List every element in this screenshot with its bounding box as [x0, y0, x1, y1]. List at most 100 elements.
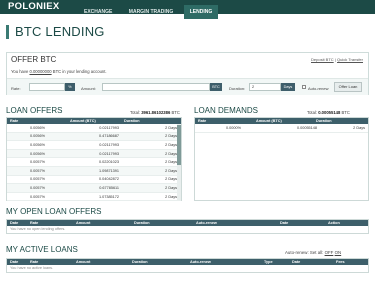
- amount-cell: 0.02201023: [98, 160, 119, 165]
- offer-links: Deposit BTC | Quick Transfer: [311, 57, 363, 62]
- col-amount: Amount (BTC): [70, 119, 96, 123]
- rate-cell: 0.0057%: [30, 194, 45, 199]
- col-autorenew: Auto-renew: [196, 221, 217, 225]
- loan-offers-total-label: Total:: [130, 110, 141, 115]
- table-row[interactable]: 0.0056% 0.02117993 2 Days: [7, 149, 181, 159]
- page-title: BTC LENDING: [6, 24, 105, 39]
- duration-label: Duration:: [229, 86, 246, 91]
- autorenew-label: Auto-renew: [308, 86, 329, 91]
- balance-text: You have 0.00000000 BTC in your lending …: [11, 69, 107, 74]
- duration-cell: 2 Days: [165, 151, 177, 156]
- col-rate: Rate: [30, 221, 39, 225]
- loan-offers-table: Rate Amount (BTC) Duration 0.0056% 0.0211…: [6, 117, 182, 202]
- col-date: Date: [10, 221, 19, 225]
- duration-cell: 2 Days: [165, 125, 177, 130]
- col-amount: Amount (BTC): [256, 119, 282, 123]
- duration-cell: 2 Days: [165, 177, 177, 182]
- quick-transfer-link[interactable]: Quick Transfer: [337, 57, 363, 62]
- deposit-link[interactable]: Deposit BTC: [311, 57, 334, 62]
- col-amount: Amount: [76, 221, 91, 225]
- amount-cell: 0.47186687: [98, 134, 119, 139]
- poloniex-logo[interactable]: POLONIEX: [0, 0, 78, 14]
- loan-offers-total: Total: 3961.86102386 BTC: [130, 110, 180, 115]
- amount-cell: 0.02117993: [99, 151, 119, 156]
- rate-cell: 0.0056%: [30, 142, 45, 147]
- amount-input[interactable]: [102, 83, 210, 91]
- col-duration: Duration: [134, 221, 150, 225]
- duration-cell: 2 Days: [165, 134, 177, 139]
- balance-value[interactable]: 0.00000000: [29, 69, 51, 74]
- offer-loan-button[interactable]: Offer Loan: [334, 82, 362, 92]
- loan-offers-total-unit: BTC: [171, 110, 180, 115]
- table-row[interactable]: 0.0057% 1.09871391 2 Days: [7, 166, 181, 176]
- col-date: Date: [10, 260, 19, 264]
- link-separator: |: [334, 57, 336, 62]
- duration-cell: 2 Days: [353, 125, 365, 130]
- rate-cell: 0.0057%: [30, 160, 45, 165]
- loan-demands-title: LOAN DEMANDS: [194, 106, 259, 115]
- loan-demands-total-label: Total:: [307, 110, 318, 115]
- nav-lending[interactable]: LENDING: [183, 5, 219, 19]
- amount-cell: 0.00055148: [296, 125, 317, 130]
- amount-cell: 0.67785611: [99, 185, 119, 190]
- autorenew-set-all: Auto-renew: Set all: OFF ON: [285, 250, 341, 255]
- col-rate: Rate: [198, 119, 207, 123]
- amount-cell: 0.02117993: [99, 142, 119, 147]
- col-duration: Duration: [124, 119, 140, 123]
- col-duration: Duration: [132, 260, 148, 264]
- top-nav-bar: POLONIEX EXCHANGE MARGIN TRADING LENDING: [0, 0, 375, 19]
- col-rate: Rate: [30, 260, 39, 264]
- nav-exchange[interactable]: EXCHANGE: [78, 5, 118, 19]
- balance-suffix: BTC in your lending account.: [52, 69, 107, 74]
- col-duration: Duration: [316, 119, 332, 123]
- active-loans-title: MY ACTIVE LOANS: [6, 245, 78, 254]
- page-title-text: BTC LENDING: [15, 24, 105, 39]
- rate-label: Rate:: [11, 86, 21, 91]
- table-row[interactable]: 0.0057% 0.04042872 2 Days: [7, 176, 181, 185]
- col-date2: Date: [280, 221, 289, 225]
- rate-cell: 0.0000%: [226, 125, 241, 130]
- rate-cell: 0.0056%: [30, 125, 45, 130]
- table-row[interactable]: 0.0056% 0.47186687 2 Days: [7, 132, 181, 142]
- col-rate: Rate: [10, 119, 19, 123]
- balance-prefix: You have: [11, 69, 29, 74]
- loan-offers-scroll-thumb[interactable]: [177, 125, 181, 165]
- table-row[interactable]: 0.0056% 0.02117993 2 Days: [7, 141, 181, 150]
- title-accent-bar: [6, 24, 9, 39]
- duration-cell: 2 Days: [165, 160, 177, 165]
- nav-margin-trading[interactable]: MARGIN TRADING: [123, 5, 179, 19]
- autorenew-off-link[interactable]: OFF: [325, 250, 334, 255]
- amount-cell: 0.02117993: [99, 125, 119, 130]
- rate-cell: 0.0057%: [30, 185, 45, 190]
- duration-input[interactable]: 2: [249, 83, 281, 91]
- col-autorenew: Auto-renew: [190, 260, 211, 264]
- rate-cell: 0.0056%: [30, 151, 45, 156]
- rate-cell: 0.0057%: [30, 177, 45, 182]
- duration-cell: 2 Days: [165, 142, 177, 147]
- table-row[interactable]: 0.0000% 0.00055148 2 Days: [195, 124, 368, 133]
- open-offers-title: MY OPEN LOAN OFFERS: [6, 207, 102, 216]
- duration-cell: 2 Days: [165, 185, 177, 190]
- amount-cell: 1.09871391: [98, 168, 119, 173]
- autorenew-checkbox[interactable]: [302, 85, 306, 89]
- col-type: Type: [264, 260, 273, 264]
- active-loans-table: Date Rate Amount Duration Auto-renew Typ…: [6, 258, 369, 273]
- table-row[interactable]: 0.0056% 0.02117993 2 Days: [7, 124, 181, 133]
- rate-cell: 0.0057%: [30, 168, 45, 173]
- amount-label: Amount:: [81, 86, 96, 91]
- duration-cell: 2 Days: [165, 194, 177, 199]
- table-row[interactable]: 0.0057% 0.02201023 2 Days: [7, 158, 181, 167]
- duration-cell: 2 Days: [165, 168, 177, 173]
- offer-form: Rate: % Amount: BTC Duration: 2 Days Aut…: [7, 78, 368, 95]
- loan-demands-total-value: 0.00055148: [318, 110, 341, 115]
- main-nav: EXCHANGE MARGIN TRADING LENDING: [78, 0, 219, 19]
- rate-input[interactable]: [29, 83, 65, 91]
- loan-demands-total: Total: 0.00055148 BTC: [307, 110, 350, 115]
- duration-unit: Days: [281, 83, 295, 91]
- table-row[interactable]: 0.0057% 1.07385172 2 Days: [7, 193, 181, 202]
- autorenew-on-link[interactable]: ON: [335, 250, 342, 255]
- autorenew-set-all-label: Auto-renew: Set all:: [285, 250, 324, 255]
- table-row[interactable]: 0.0057% 0.67785611 2 Days: [7, 184, 181, 193]
- loan-demands-table: Rate Amount (BTC) Duration 0.0000% 0.000…: [194, 117, 369, 201]
- amount-cell: 0.04042872: [98, 177, 119, 182]
